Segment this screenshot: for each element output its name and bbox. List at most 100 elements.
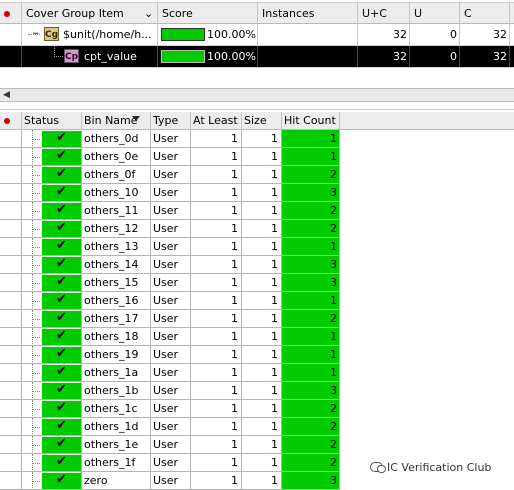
tree-item-cell[interactable]: Cp cpt_value: [22, 46, 158, 67]
header-marker-cell: [0, 3, 22, 24]
bin-row[interactable]: ✔ others_1d User 1 1 2: [0, 418, 514, 436]
bin-row[interactable]: ✔ others_14 User 1 1 3: [0, 256, 514, 274]
type-cell: User: [151, 166, 191, 184]
type-cell: User: [151, 364, 191, 382]
header-score[interactable]: Score: [158, 3, 258, 24]
expand-collapse-icon[interactable]: −: [32, 24, 40, 45]
sort-desc-icon[interactable]: [132, 116, 140, 121]
tree-item-cell[interactable]: − Cg $unit(/home/h...: [22, 24, 158, 45]
bin-row[interactable]: ✔ others_10 User 1 1 3: [0, 184, 514, 202]
check-icon: ✔: [56, 364, 67, 379]
check-icon: ✔: [56, 238, 67, 253]
row-marker-cell: [0, 256, 22, 274]
bin-name-cell: zero: [82, 472, 151, 490]
header-type[interactable]: Type: [151, 112, 191, 130]
hit-count-cell: 1: [282, 292, 340, 310]
bins-table-header: Status Bin Name Type At Least Size Hit C…: [0, 112, 514, 130]
row-marker-cell: [0, 274, 22, 292]
row-marker-cell: [0, 166, 22, 184]
row-marker-cell: [0, 364, 22, 382]
bin-row[interactable]: ✔ others_12 User 1 1 2: [0, 220, 514, 238]
arrow-left-icon[interactable]: ◀: [3, 90, 10, 100]
at-least-cell: 1: [191, 184, 242, 202]
at-least-cell: 1: [191, 130, 242, 148]
row-marker-cell: [0, 472, 22, 490]
at-least-cell: 1: [191, 436, 242, 454]
type-cell: User: [151, 436, 191, 454]
bin-row[interactable]: ✔ others_1e User 1 1 2: [0, 436, 514, 454]
at-least-cell: 1: [191, 238, 242, 256]
status-cell: ✔: [22, 202, 82, 220]
size-cell: 1: [242, 346, 282, 364]
tree-connector: [32, 139, 40, 140]
tree-row-coverpoint-selected[interactable]: Cp cpt_value 100.00% 32 0 32: [0, 46, 514, 68]
size-cell: 1: [242, 256, 282, 274]
status-cell: ✔: [22, 220, 82, 238]
bin-name-cell: others_0e: [82, 148, 151, 166]
coverpoint-name: cpt_value: [84, 50, 137, 63]
row-marker-cell: [0, 220, 22, 238]
horizontal-scrollbar[interactable]: ◀: [0, 88, 514, 102]
tree-connector: [32, 247, 40, 248]
bin-row[interactable]: ✔ others_11 User 1 1 2: [0, 202, 514, 220]
header-at-least[interactable]: At Least: [191, 112, 242, 130]
hit-count-cell: 2: [282, 418, 340, 436]
size-cell: 1: [242, 454, 282, 472]
size-cell: 1: [242, 400, 282, 418]
hit-count-cell: 2: [282, 220, 340, 238]
check-icon: ✔: [56, 472, 67, 487]
bin-name-cell: others_13: [82, 238, 151, 256]
bin-name-cell: others_1f: [82, 454, 151, 472]
status-cell: ✔: [22, 418, 82, 436]
hit-count-cell: 1: [282, 328, 340, 346]
header-bin-name[interactable]: Bin Name: [82, 112, 151, 130]
at-least-cell: 1: [191, 346, 242, 364]
row-marker-cell: [0, 310, 22, 328]
hit-count-cell: 3: [282, 274, 340, 292]
chevron-down-icon[interactable]: ⌄: [144, 3, 153, 24]
bin-row[interactable]: ✔ others_0f User 1 1 2: [0, 166, 514, 184]
bin-row[interactable]: ✔ others_13 User 1 1 1: [0, 238, 514, 256]
bin-row[interactable]: ✔ others_15 User 1 1 3: [0, 274, 514, 292]
row-marker-cell: [0, 328, 22, 346]
status-cell: ✔: [22, 382, 82, 400]
bin-name-cell: others_0d: [82, 130, 151, 148]
header-c[interactable]: C: [460, 3, 510, 24]
header-u[interactable]: U: [410, 3, 460, 24]
size-cell: 1: [242, 166, 282, 184]
bin-row[interactable]: ✔ others_0d User 1 1 1: [0, 130, 514, 148]
bin-row[interactable]: ✔ others_1c User 1 1 2: [0, 400, 514, 418]
size-cell: 1: [242, 418, 282, 436]
size-cell: 1: [242, 436, 282, 454]
header-instances[interactable]: Instances: [258, 3, 358, 24]
row-marker-cell: [0, 148, 22, 166]
hit-count-cell: 1: [282, 148, 340, 166]
bin-name-cell: others_11: [82, 202, 151, 220]
header-size[interactable]: Size: [242, 112, 282, 130]
header-u-plus-c[interactable]: U+C: [358, 3, 410, 24]
pane-divider[interactable]: [0, 102, 514, 110]
header-cover-group-item[interactable]: Cover Group Item ⌄: [22, 3, 158, 24]
bin-name-cell: others_15: [82, 274, 151, 292]
bin-row[interactable]: ✔ others_0e User 1 1 1: [0, 148, 514, 166]
bin-row[interactable]: ✔ others_1a User 1 1 1: [0, 364, 514, 382]
type-cell: User: [151, 454, 191, 472]
bin-row[interactable]: ✔ others_18 User 1 1 1: [0, 328, 514, 346]
tree-row-covergroup[interactable]: − Cg $unit(/home/h... 100.00% 32 0 32: [0, 24, 514, 46]
status-cell: ✔: [22, 328, 82, 346]
bin-row[interactable]: ✔ zero User 1 1 3: [0, 472, 514, 490]
header-hit-count[interactable]: Hit Count: [282, 112, 340, 130]
bin-row[interactable]: ✔ others_1b User 1 1 3: [0, 382, 514, 400]
status-cell: ✔: [22, 148, 82, 166]
type-cell: User: [151, 202, 191, 220]
check-icon: ✔: [56, 328, 67, 343]
bin-row[interactable]: ✔ others_19 User 1 1 1: [0, 346, 514, 364]
bin-name-cell: others_1d: [82, 418, 151, 436]
size-cell: 1: [242, 130, 282, 148]
bin-row[interactable]: ✔ others_17 User 1 1 2: [0, 310, 514, 328]
row-marker-cell: [0, 454, 22, 472]
bin-row[interactable]: ✔ others_16 User 1 1 1: [0, 292, 514, 310]
header-status[interactable]: Status: [22, 112, 82, 130]
covergroup-icon: Cg: [44, 27, 59, 41]
tree-connector: [32, 175, 40, 176]
